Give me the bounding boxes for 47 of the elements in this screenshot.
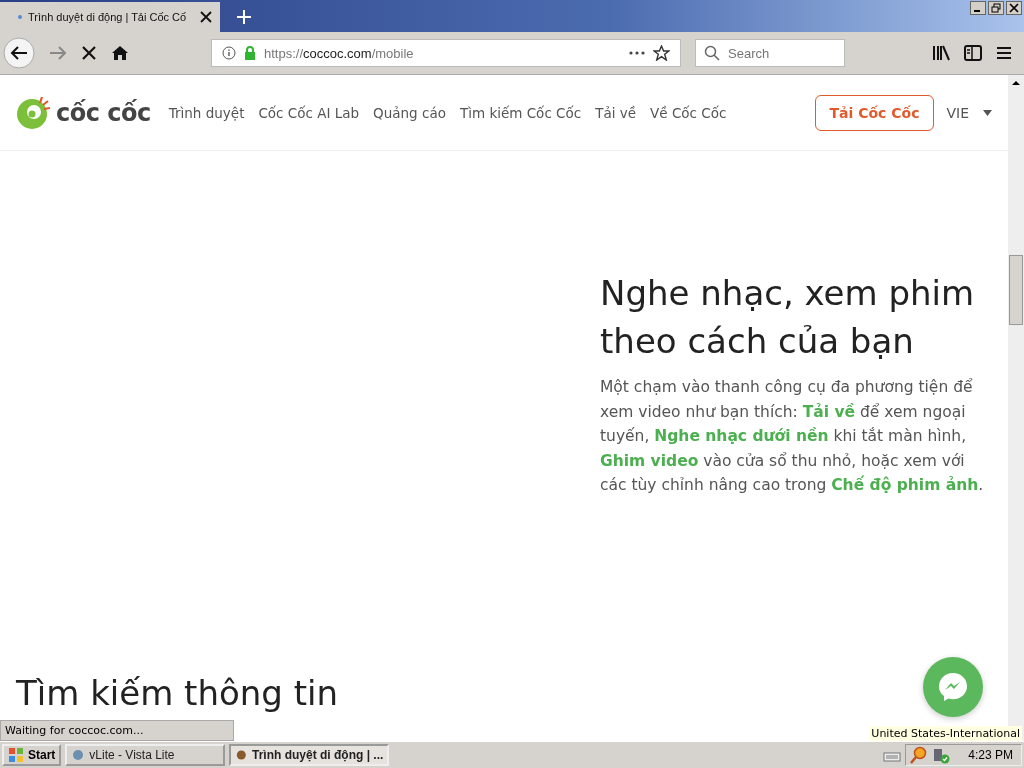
- network-icon[interactable]: [932, 746, 951, 764]
- magnifier-icon[interactable]: [910, 746, 929, 764]
- search-icon: [704, 45, 720, 61]
- back-icon[interactable]: [3, 37, 35, 69]
- clock: 4:23 PM: [968, 748, 1013, 762]
- home-icon[interactable]: [111, 45, 129, 61]
- status-text: Waiting for coccoc.com...: [0, 720, 234, 741]
- nav-link[interactable]: Tải về: [595, 104, 637, 121]
- stop-icon[interactable]: [81, 45, 97, 61]
- download-button[interactable]: Tải Cốc Cốc: [814, 94, 935, 131]
- lock-icon: [244, 46, 256, 60]
- hero-heading: Nghe nhạc, xem phim theo cách của bạn: [600, 272, 976, 363]
- caret-icon: [983, 109, 992, 116]
- plus-icon[interactable]: [236, 9, 252, 25]
- nav-link[interactable]: Tìm kiếm Cốc Cốc: [459, 104, 582, 121]
- taskbar-button[interactable]: Trình duyệt di động | ...: [229, 744, 390, 766]
- nav-link[interactable]: Về Cốc Cốc: [650, 104, 727, 121]
- close-icon[interactable]: [200, 11, 212, 23]
- search-field[interactable]: Search: [695, 39, 845, 67]
- info-icon[interactable]: [222, 46, 236, 60]
- logo-text[interactable]: cốc cốc: [56, 98, 151, 127]
- url-text: https://coccoc.com/mobile: [264, 45, 415, 61]
- browser-tab[interactable]: Trình duyệt di động | Tải Cốc Cố: [0, 2, 220, 32]
- menu-icon[interactable]: [996, 46, 1012, 60]
- scroll-thumb[interactable]: [1009, 255, 1023, 325]
- section-heading: Tìm kiếm thông tin: [16, 673, 339, 713]
- library-icon[interactable]: [932, 45, 950, 61]
- app-icon: [71, 748, 86, 762]
- nav-link[interactable]: Trình duyệt: [168, 104, 245, 121]
- messenger-icon: [936, 670, 970, 704]
- more-icon[interactable]: [629, 51, 645, 55]
- nav-link[interactable]: Quảng cáo: [373, 104, 446, 121]
- logo-icon: [16, 94, 52, 131]
- minimize-icon[interactable]: [970, 1, 986, 15]
- star-icon[interactable]: [653, 45, 670, 61]
- windows-logo-icon: [8, 747, 24, 763]
- tooltip: United States-International: [869, 726, 1022, 741]
- language-select[interactable]: VIE: [946, 104, 992, 121]
- address-bar[interactable]: https://coccoc.com/mobile: [211, 39, 681, 67]
- close-icon[interactable]: [1006, 1, 1022, 15]
- hero-paragraph: Một chạm vào thanh công cụ đa phương tiện để xem video như bạn thích: Tải về để xem ngoại tuyến, Nghe nhạc dưới nền khi tắt màn hình, Ghim video vào cửa sổ thu nhỏ, hoặc xem với các tùy chỉnh nâng cao trong Chế độ phim ảnh.: [600, 377, 985, 496]
- taskbar-button[interactable]: vLite - Vista Lite: [65, 744, 226, 766]
- restore-icon[interactable]: [988, 1, 1004, 15]
- nav-link[interactable]: Cốc Cốc AI Lab: [258, 104, 360, 121]
- app-icon: [235, 748, 248, 762]
- sidebar-icon[interactable]: [964, 45, 982, 61]
- start-button[interactable]: Start: [2, 744, 62, 766]
